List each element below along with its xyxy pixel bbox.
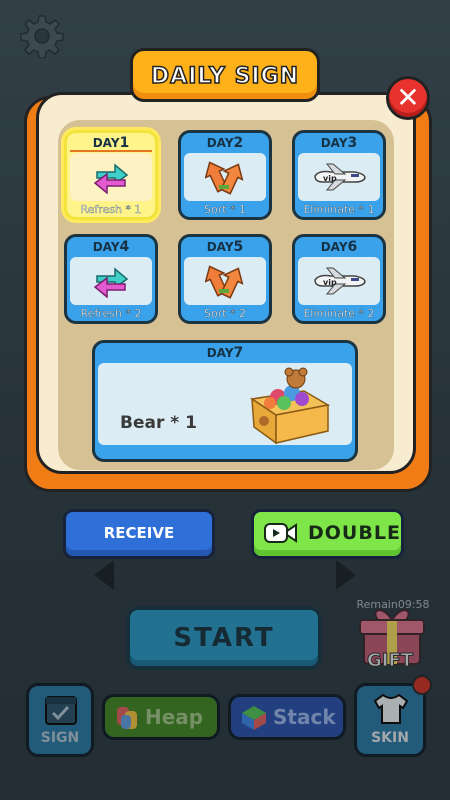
day-card-3[interactable]: DAY3 vip Eliminate * 1 xyxy=(292,130,386,220)
day-number: 2 xyxy=(233,135,244,151)
receive-button[interactable]: RECEIVE xyxy=(63,509,215,559)
double-label: DOUBLE xyxy=(308,522,401,544)
sort-icon xyxy=(205,161,244,195)
refresh-icon xyxy=(93,163,129,194)
sort-icon xyxy=(205,265,244,299)
close-button[interactable]: ✕ xyxy=(386,76,430,120)
receive-label: RECEIVE xyxy=(103,524,175,542)
video-camera-icon xyxy=(264,523,297,543)
day-prefix: DAY xyxy=(320,240,348,254)
day-prefix: DAY xyxy=(206,346,234,360)
day-number: 4 xyxy=(119,239,130,255)
day-number: 1 xyxy=(119,135,130,151)
vip-plane-icon: vip xyxy=(314,163,366,191)
reward-label: Bear * 1 xyxy=(120,413,197,433)
double-button[interactable]: DOUBLE xyxy=(251,509,404,559)
dialog-title-banner: DAILY SIGN xyxy=(130,48,320,102)
day-number: 3 xyxy=(347,135,358,151)
day-number: 5 xyxy=(233,239,244,255)
reward-label: Eliminate * 2 xyxy=(303,307,375,320)
day-number: 6 xyxy=(347,239,358,255)
close-icon: ✕ xyxy=(396,81,420,114)
day-prefix: DAY xyxy=(92,136,120,150)
vip-badge: vip xyxy=(323,174,337,183)
vip-plane-icon: vip xyxy=(314,267,366,295)
day-card-6[interactable]: DAY6 vip Eliminate * 2 xyxy=(292,234,386,324)
reward-label: Eliminate * 1 xyxy=(303,203,375,216)
reward-label: Sort * 2 xyxy=(203,307,247,320)
reward-label: Refresh * 2 xyxy=(80,307,142,320)
refresh-icon xyxy=(93,267,129,298)
day-prefix: DAY xyxy=(320,136,348,150)
reward-label: Sort * 1 xyxy=(203,203,247,216)
reward-label: Refresh * 1 xyxy=(80,203,142,216)
day-prefix: DAY xyxy=(206,240,234,254)
day-card-5[interactable]: DAY5 Sort * 2 xyxy=(178,234,272,324)
bear-box-icon xyxy=(249,367,331,445)
day-card-7[interactable]: DAY7 Bear * 1 xyxy=(92,340,358,462)
day-card-4[interactable]: DAY4 Refresh * 2 xyxy=(64,234,158,324)
day-card-1[interactable]: DAY1 Refresh * 1 xyxy=(64,130,158,220)
day-number: 7 xyxy=(233,345,244,361)
day-prefix: DAY xyxy=(92,240,120,254)
day-prefix: DAY xyxy=(206,136,234,150)
vip-badge: vip xyxy=(323,278,337,287)
day-card-2[interactable]: DAY2 Sort * 1 xyxy=(178,130,272,220)
dialog-title: DAILY SIGN xyxy=(150,63,300,90)
